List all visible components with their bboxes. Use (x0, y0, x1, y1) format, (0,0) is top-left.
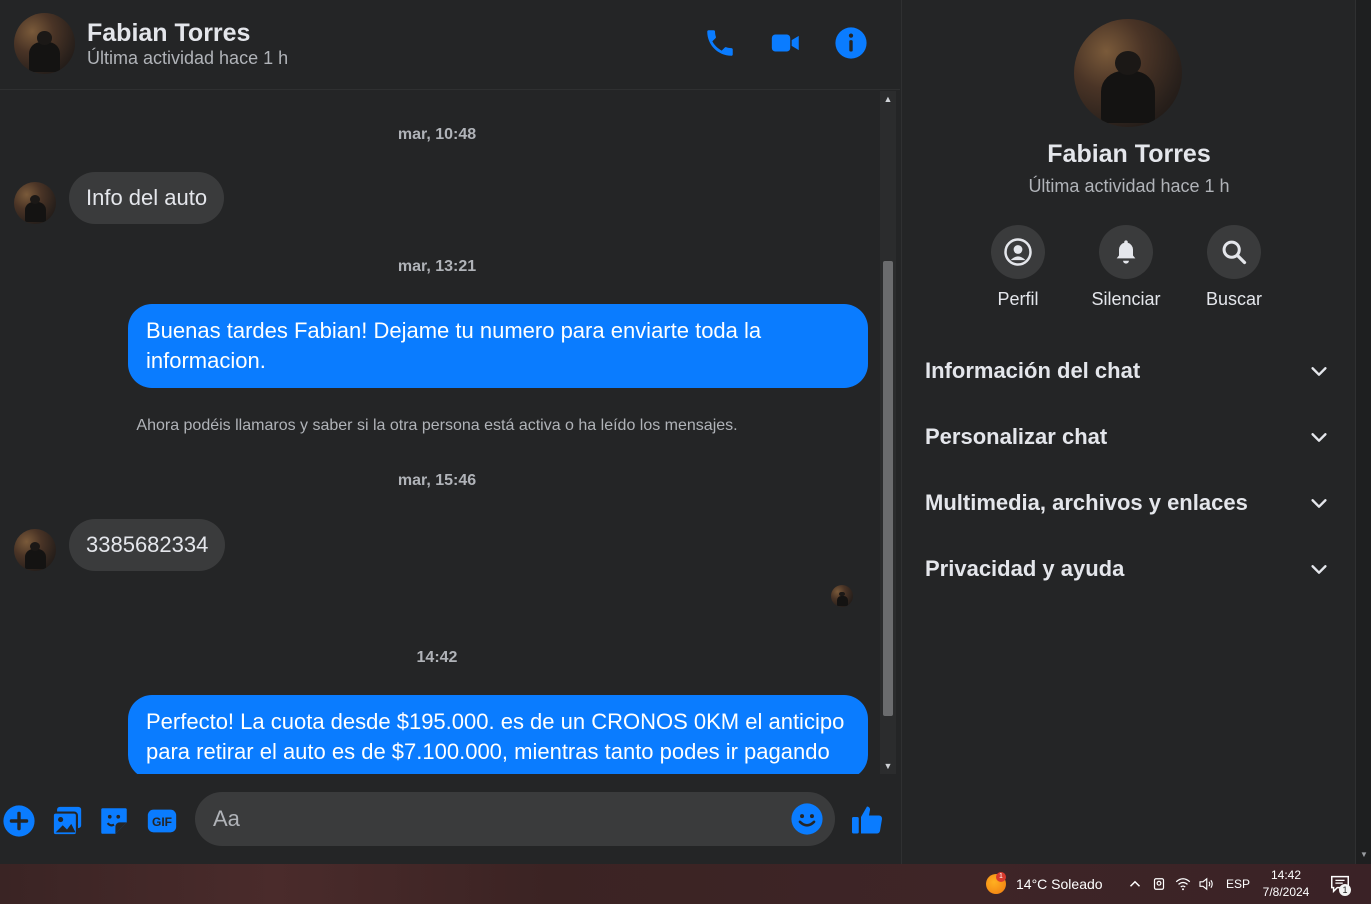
profile-button[interactable]: Perfil (963, 225, 1073, 310)
page-scrollbar[interactable]: ▼ (1355, 0, 1371, 864)
weather-badge: 1 (996, 872, 1006, 882)
contact-status: Última actividad hace 1 h (87, 48, 289, 68)
chevron-down-icon (1311, 565, 1327, 574)
message-composer: GIF (0, 774, 900, 864)
message-timestamp: mar, 15:46 (397, 472, 477, 489)
chat-header: Fabian Torres Última actividad hace 1 h (0, 0, 900, 90)
conversation-details-panel: Fabian Torres Última actividad hace 1 h … (901, 0, 1355, 864)
profile-icon (991, 225, 1045, 279)
chat-pane: Fabian Torres Última actividad hace 1 h … (0, 0, 900, 864)
section-customize-chat[interactable]: Personalizar chat (902, 410, 1346, 466)
incoming-message[interactable]: 3385682334 (69, 519, 226, 571)
video-camera-icon[interactable] (769, 26, 803, 60)
system-notice: Ahora podéis llamaros y saber si la otra… (136, 417, 738, 434)
message-list[interactable]: mar, 10:48 Info del auto mar, 13:21 Buen… (0, 91, 880, 774)
seen-indicator-avatar (831, 585, 853, 607)
profile-label: Perfil (997, 289, 1039, 309)
incoming-message[interactable]: Info del auto (69, 172, 225, 224)
sticker-icon[interactable] (97, 804, 131, 838)
outgoing-message[interactable]: Buenas tardes Fabian! Dejame tu numero p… (128, 304, 868, 388)
section-label: Privacidad y ayuda (925, 556, 1125, 581)
section-label: Información del chat (925, 358, 1141, 383)
message-timestamp: mar, 10:48 (397, 126, 477, 143)
phone-icon[interactable] (703, 26, 737, 60)
info-icon[interactable] (834, 26, 868, 60)
image-icon[interactable] (50, 804, 84, 838)
sender-avatar[interactable] (14, 529, 56, 571)
message-input[interactable] (195, 792, 835, 846)
section-privacy-help[interactable]: Privacidad y ayuda (902, 542, 1346, 598)
scroll-down-arrow-icon[interactable]: ▼ (1356, 850, 1371, 862)
sender-avatar[interactable] (14, 182, 56, 224)
search-label: Buscar (1205, 289, 1263, 309)
search-button[interactable]: Buscar (1179, 225, 1289, 310)
contact-name[interactable]: Fabian Torres (87, 19, 250, 48)
chevron-down-icon (1311, 499, 1327, 508)
mute-button[interactable]: Silenciar (1071, 225, 1181, 310)
message-scrollbar[interactable]: ▲ ▼ (880, 91, 896, 774)
chevron-down-icon (1311, 433, 1327, 442)
windows-taskbar: 1 14°C Soleado ESP 14:42 7/8/2024 1 (0, 864, 1371, 904)
contact-avatar-large[interactable] (1074, 19, 1182, 127)
notification-count-badge: 1 (1339, 884, 1351, 896)
weather-widget[interactable]: 14°C Soleado (1016, 876, 1103, 892)
emoji-icon[interactable] (790, 802, 824, 836)
volume-icon[interactable] (1197, 875, 1215, 893)
meet-now-icon[interactable] (1150, 875, 1168, 893)
message-timestamp: 14:42 (416, 649, 458, 666)
outgoing-message[interactable]: Perfecto! La cuota desde $195.000. es de… (128, 695, 868, 774)
chevron-up-icon[interactable] (1126, 875, 1144, 893)
section-chat-info[interactable]: Información del chat (902, 344, 1346, 400)
contact-status: Última actividad hace 1 h (1028, 176, 1230, 196)
section-media-files-links[interactable]: Multimedia, archivos y enlaces (902, 476, 1346, 532)
thumbs-up-icon[interactable] (849, 802, 883, 836)
contact-avatar[interactable] (14, 13, 75, 74)
svg-text:GIF: GIF (152, 815, 172, 829)
chevron-down-icon (1311, 367, 1327, 376)
gif-icon[interactable]: GIF (145, 804, 179, 838)
bell-icon (1099, 225, 1153, 279)
scroll-up-arrow-icon[interactable]: ▲ (880, 91, 896, 107)
scroll-thumb[interactable] (883, 261, 893, 716)
message-timestamp: mar, 13:21 (397, 258, 477, 275)
wifi-icon[interactable] (1174, 875, 1192, 893)
language-indicator[interactable]: ESP (1226, 877, 1250, 891)
clock-time[interactable]: 14:42 (1256, 868, 1316, 882)
section-label: Personalizar chat (925, 424, 1108, 449)
contact-name: Fabian Torres (1047, 140, 1211, 168)
clock-date[interactable]: 7/8/2024 (1256, 885, 1316, 899)
scroll-down-arrow-icon[interactable]: ▼ (880, 758, 896, 774)
plus-icon[interactable] (2, 804, 36, 838)
search-icon (1207, 225, 1261, 279)
messenger-window: Fabian Torres Última actividad hace 1 h … (0, 0, 1371, 904)
mute-label: Silenciar (1091, 289, 1161, 309)
section-label: Multimedia, archivos y enlaces (925, 490, 1248, 515)
